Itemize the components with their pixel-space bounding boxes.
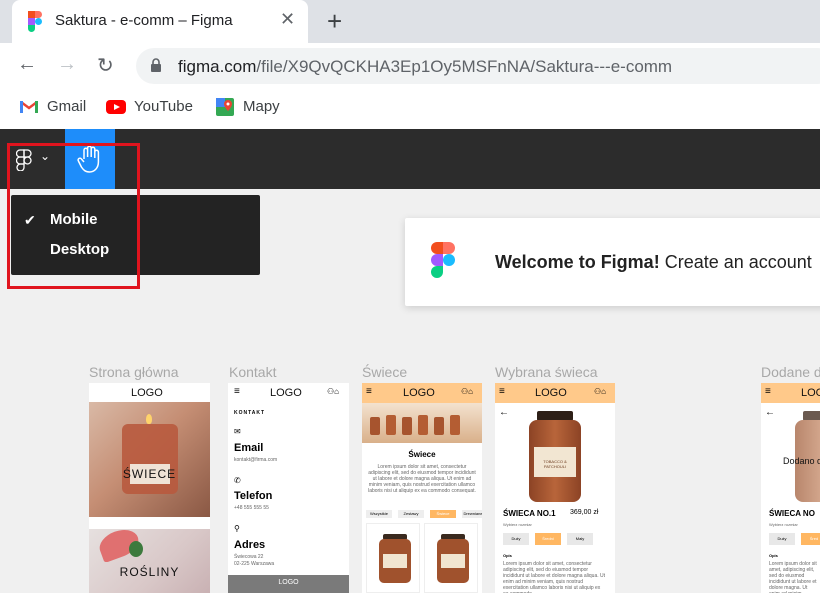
candles-banner-photo xyxy=(362,403,482,443)
frame-logo: LOGO xyxy=(403,387,435,399)
new-tab-button[interactable]: + xyxy=(327,6,342,37)
frame-header: ≡ LOG xyxy=(761,383,820,403)
hamburger-icon: ≡ xyxy=(499,386,505,397)
welcome-cta[interactable]: Create an account xyxy=(660,252,812,272)
frame-label-selected[interactable]: Wybrana świeca xyxy=(495,364,598,380)
frame-selected-candle[interactable]: ≡ LOGO ⚇⌂ ← TOBACCO & PATCHOULI ŚWIECA N… xyxy=(495,383,615,593)
filter-sets[interactable]: Zestawy xyxy=(398,510,424,518)
maps-icon xyxy=(216,98,234,116)
product-name: ŚWIECA NO.1 xyxy=(503,509,556,518)
browser-tab[interactable]: Saktura - e-comm – Figma ✕ xyxy=(12,0,308,43)
hamburger-icon: ≡ xyxy=(234,386,240,397)
frame-logo: LOGO xyxy=(270,387,302,399)
bookmark-label: Mapy xyxy=(243,98,280,115)
welcome-banner[interactable]: Welcome to Figma! Create an account xyxy=(405,218,820,306)
browser-toolbar: ← → ↻ figma.com/file/X9QvQCKHA3Ep1Oy5MSF… xyxy=(0,43,820,89)
user-cart-icon: ⚇⌂ xyxy=(461,387,474,396)
frame-header: ≡ LOGO ⚇⌂ xyxy=(362,383,482,403)
user-cart-icon: ⚇⌂ xyxy=(594,387,607,396)
phone-value: +48 555 555 55 xyxy=(234,505,269,511)
contact-heading: KONTAKT xyxy=(234,410,266,416)
frame-header: ≡ LOGO ⚇⌂ xyxy=(495,383,615,403)
size-large-button[interactable]: Duży xyxy=(769,533,795,545)
tile-label-candles: ŚWIECE xyxy=(122,467,177,481)
filter-wooden[interactable]: Drewniane xyxy=(462,510,482,518)
welcome-bold: Welcome to Figma! xyxy=(495,252,660,272)
filter-all[interactable]: Wszystkie xyxy=(366,510,392,518)
phone-icon: ✆ xyxy=(234,476,241,485)
size-large-button[interactable]: Duży xyxy=(503,533,529,545)
product-photo: TOBACCO & PATCHOULI xyxy=(525,411,585,503)
frame-label-added[interactable]: Dodane d xyxy=(761,364,820,380)
figma-logo-icon xyxy=(431,242,455,278)
product-name: ŚWIECA NO xyxy=(769,509,815,518)
mail-icon: ✉ xyxy=(234,427,241,436)
plant-photo: ROŚLINY xyxy=(89,524,210,593)
lock-icon xyxy=(151,58,161,72)
jar-label: TOBACCO & PATCHOULI xyxy=(543,459,567,469)
footer-logo: LOGO xyxy=(278,579,299,586)
youtube-icon xyxy=(106,100,126,114)
frame-logo: LOGO xyxy=(535,387,567,399)
size-label: Wybierz rozmiar xyxy=(503,522,532,527)
frame-home[interactable]: LOGO ŚWIECE ROŚLINY xyxy=(89,383,210,593)
user-cart-icon: ⚇⌂ xyxy=(327,387,340,396)
candles-title: Świece xyxy=(408,450,436,459)
figma-icon xyxy=(28,11,42,32)
highlight-box xyxy=(7,143,140,289)
gmail-icon xyxy=(20,101,38,113)
size-medium-button[interactable]: Śred xyxy=(801,533,820,545)
candle-photo: ŚWIECE xyxy=(89,402,210,517)
address-line-1: Świecowa 22 xyxy=(234,554,264,560)
reload-button[interactable]: ↻ xyxy=(97,53,114,78)
location-icon: ⚲ xyxy=(234,524,240,533)
email-value: kontakt@firma.com xyxy=(234,457,278,463)
forward-button[interactable]: → xyxy=(57,53,77,76)
frame-contact[interactable]: ≡ LOGO ⚇⌂ KONTAKT ✉ Email kontakt@firma.… xyxy=(228,383,349,593)
address-line-2: 02-225 Warszawa xyxy=(234,561,275,567)
frame-logo: LOGO xyxy=(131,387,163,399)
frame-label-contact[interactable]: Kontakt xyxy=(229,364,276,380)
back-arrow-icon[interactable]: ← xyxy=(765,407,775,418)
tab-title: Saktura - e-comm – Figma xyxy=(55,12,233,29)
address-label: Adres xyxy=(234,539,266,551)
hamburger-icon: ≡ xyxy=(366,386,372,397)
size-small-button[interactable]: Mały xyxy=(567,533,593,545)
bookmark-label: Gmail xyxy=(47,98,87,115)
url-path: /file/X9QvQCKHA3Ep1Oy5MSFnNA/Saktura---e… xyxy=(256,57,673,76)
browser-tab-strip: Saktura - e-comm – Figma ✕ + xyxy=(0,0,820,43)
address-bar[interactable]: figma.com/file/X9QvQCKHA3Ep1Oy5MSFnNA/Sa… xyxy=(136,48,820,84)
description-label: Opis xyxy=(503,553,512,558)
product-description: Lorem ipsum dolor sit amet, adipiscing e… xyxy=(769,561,817,593)
frame-label-home[interactable]: Strona główna xyxy=(89,364,179,380)
back-button[interactable]: ← xyxy=(17,53,37,76)
back-arrow-icon[interactable]: ← xyxy=(499,407,509,418)
added-overlay-text: Dodano d xyxy=(783,456,820,466)
frame-added-to-cart[interactable]: ≡ LOG ← Dodano d ŚWIECA NO Wybierz rozmi… xyxy=(761,383,820,593)
url-domain: figma.com xyxy=(178,57,257,76)
bookmarks-bar: Gmail YouTube Mapy xyxy=(0,89,820,129)
product-description: Lorem ipsum dolor sit amet, consectetur … xyxy=(503,561,606,593)
description-label: Opis xyxy=(769,553,778,558)
candles-description: Lorem ipsum dolor sit amet, consectetur … xyxy=(368,464,476,494)
filter-candles[interactable]: Świece xyxy=(430,510,456,518)
welcome-text: Welcome to Figma! Create an account xyxy=(495,252,812,273)
close-tab-icon[interactable]: ✕ xyxy=(280,9,295,30)
tile-label-plants: ROŚLINY xyxy=(119,565,180,579)
size-label: Wybierz rozmiar xyxy=(769,522,798,527)
size-medium-button[interactable]: Średni xyxy=(535,533,561,545)
url-text: figma.com/file/X9QvQCKHA3Ep1Oy5MSFnNA/Sa… xyxy=(178,57,672,77)
phone-label: Telefon xyxy=(234,490,273,502)
email-label: Email xyxy=(234,442,264,454)
product-card[interactable] xyxy=(366,523,420,593)
product-price: 369,00 zł xyxy=(570,509,599,516)
hamburger-icon: ≡ xyxy=(765,386,771,397)
frame-label-candles[interactable]: Świece xyxy=(362,364,407,380)
contact-footer: LOGO xyxy=(228,575,349,593)
frame-candles[interactable]: ≡ LOGO ⚇⌂ Świece Lorem ipsum dolor sit a… xyxy=(362,383,482,593)
bookmark-label: YouTube xyxy=(134,98,193,115)
frame-logo: LOG xyxy=(801,387,820,399)
product-card[interactable] xyxy=(424,523,478,593)
